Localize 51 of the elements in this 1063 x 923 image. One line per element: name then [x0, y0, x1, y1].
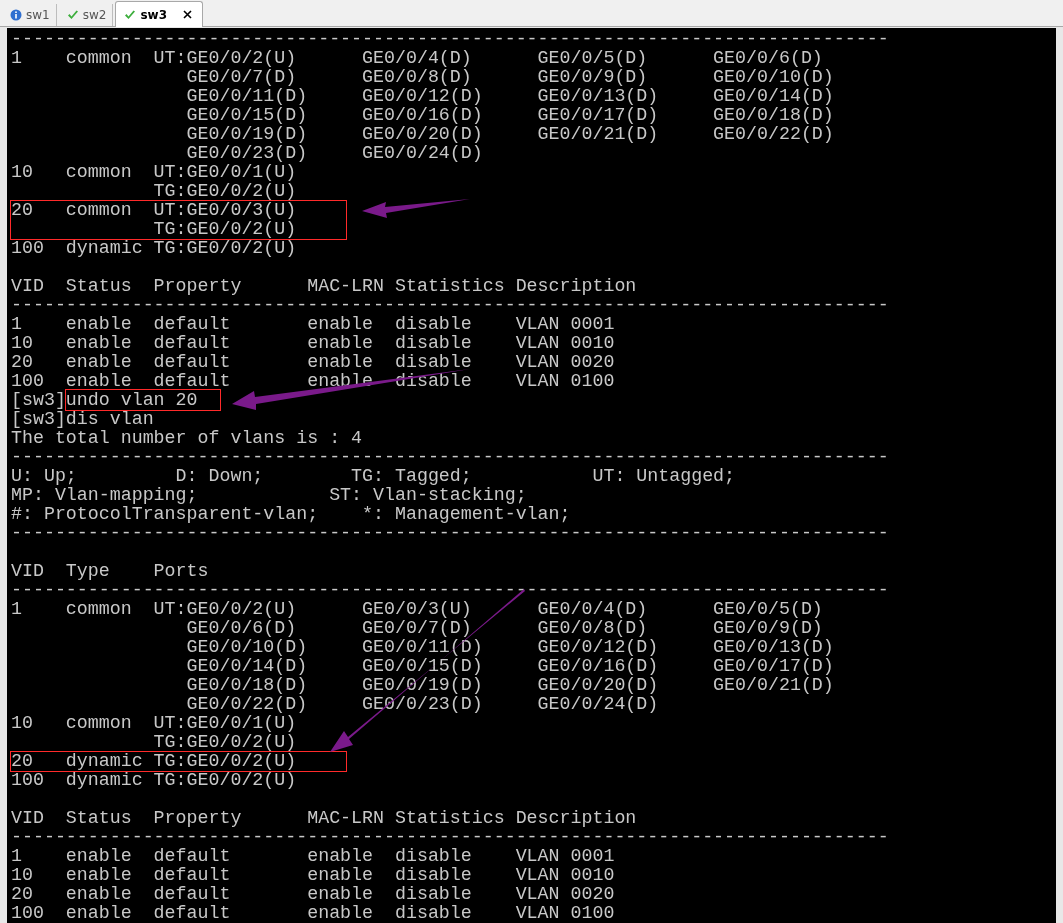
output-line: #: ProtocolTransparent-vlan; *: Management-vlan;	[11, 505, 571, 524]
output-line: 1 common UT:GE0/0/2(U) GE0/0/4(D) GE0/0/5(D) GE0/0/6(D)	[11, 49, 823, 68]
tab[interactable]: sw1	[2, 4, 57, 26]
command-text: dis vlan	[65, 409, 154, 429]
output-line: 10 common UT:GE0/0/1(U)	[11, 163, 297, 182]
divider-line: --------------------------------------------------------------------------------	[11, 524, 889, 543]
output-line: 100 dynamic TG:GE0/0/2(U)	[11, 771, 297, 790]
output-line: VID Status Property MAC-LRN Statistics Description	[11, 277, 637, 296]
output-line: The total number of vlans is : 4	[11, 429, 363, 448]
output-line: 1 common UT:GE0/0/2(U) GE0/0/3(U) GE0/0/4(D) GE0/0/5(D)	[11, 600, 823, 619]
output-line: TG:GE0/0/2(U)	[152, 733, 297, 752]
output-line: TG:GE0/0/2(U)	[152, 220, 297, 239]
output-line: GE0/0/15(D) GE0/0/16(D) GE0/0/17(D) GE0/0/18(D)	[185, 106, 834, 125]
output-line: GE0/0/7(D) GE0/0/8(D) GE0/0/9(D) GE0/0/10(D)	[185, 68, 834, 87]
output-line: 1 enable default enable disable VLAN 0001	[11, 847, 615, 866]
tab[interactable]: sw2	[58, 4, 114, 26]
command-text: undo vlan 20	[65, 390, 220, 410]
output-line: 20 common UT:GE0/0/3(U)	[11, 201, 297, 220]
check-icon	[124, 8, 137, 21]
output-line: 10 enable default enable disable VLAN 0010	[11, 334, 615, 353]
close-icon[interactable]	[183, 10, 192, 19]
divider-line: --------------------------------------------------------------------------------	[11, 581, 889, 600]
output-line: GE0/0/11(D) GE0/0/12(D) GE0/0/13(D) GE0/0/14(D)	[185, 87, 834, 106]
output-line: GE0/0/14(D) GE0/0/15(D) GE0/0/16(D) GE0/0/17(D)	[185, 657, 834, 676]
divider-line: --------------------------------------------------------------------------------	[11, 448, 889, 467]
output-line: MP: Vlan-mapping; ST: Vlan-stacking;	[11, 486, 527, 505]
output-line: GE0/0/18(D) GE0/0/19(D) GE0/0/20(D) GE0/0/21(D)	[185, 676, 834, 695]
output-line: GE0/0/10(D) GE0/0/11(D) GE0/0/12(D) GE0/0/13(D)	[185, 638, 834, 657]
info-icon	[10, 9, 22, 21]
output-line: 20 enable default enable disable VLAN 0020	[11, 885, 615, 904]
command-prompt: [sw3]	[11, 409, 66, 429]
output-line: GE0/0/6(D) GE0/0/7(D) GE0/0/8(D) GE0/0/9(D)	[185, 619, 823, 638]
output-line: GE0/0/19(D) GE0/0/20(D) GE0/0/21(D) GE0/0/22(D)	[185, 125, 834, 144]
tab[interactable]: sw3	[115, 1, 203, 27]
check-icon	[66, 9, 79, 21]
output-line: TG:GE0/0/2(U)	[152, 182, 297, 201]
output-line: 20 enable default enable disable VLAN 0020	[11, 353, 615, 372]
output-line: 100 enable default enable disable VLAN 0100	[11, 904, 615, 923]
output-line: U: Up; D: Down; TG: Tagged; UT: Untagged;	[11, 467, 736, 486]
output-line: 10 common UT:GE0/0/1(U)	[11, 714, 297, 733]
output-line: 10 enable default enable disable VLAN 0010	[11, 866, 615, 885]
output-line: 1 enable default enable disable VLAN 0001	[11, 315, 615, 334]
output-line: 100 dynamic TG:GE0/0/2(U)	[11, 239, 297, 258]
divider-line: --------------------------------------------------------------------------------	[11, 296, 889, 315]
output-line: VID Type Ports	[11, 562, 209, 581]
output-line: 20 dynamic TG:GE0/0/2(U)	[11, 752, 297, 771]
output-line: GE0/0/23(D) GE0/0/24(D)	[185, 144, 483, 163]
output-line: VID Status Property MAC-LRN Statistics Description	[11, 809, 637, 828]
divider-line: --------------------------------------------------------------------------------	[11, 828, 889, 847]
command-prompt: [sw3]	[11, 390, 66, 410]
divider-line: --------------------------------------------------------------------------------	[11, 30, 889, 49]
